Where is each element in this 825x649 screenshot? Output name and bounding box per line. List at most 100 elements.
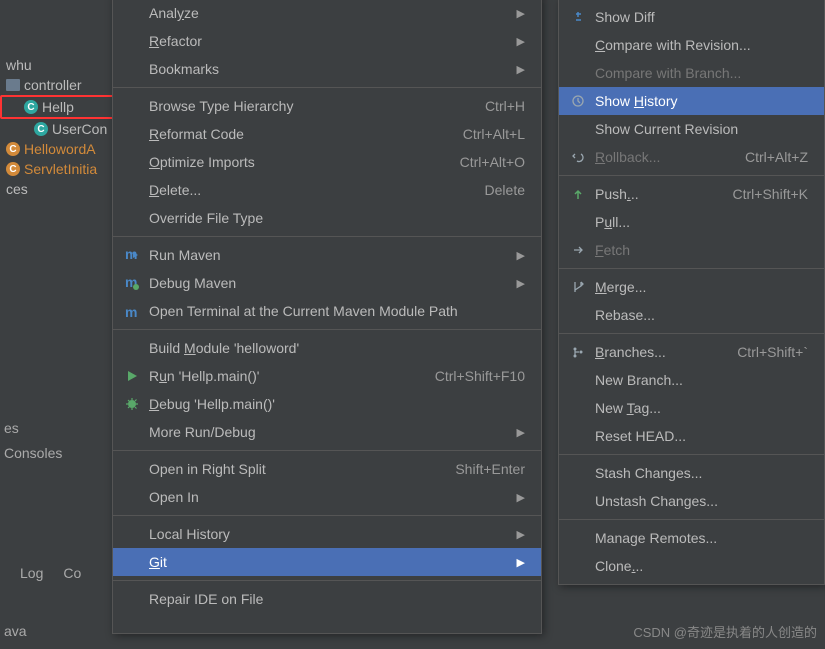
- menu-item-label: Branches...: [595, 344, 717, 360]
- submenu-arrow-icon: ▶: [517, 63, 525, 76]
- blank-icon: [123, 340, 141, 356]
- bottom-tabs: Log Co: [0, 557, 101, 589]
- merge-icon: [569, 279, 587, 295]
- blank-icon: [569, 465, 587, 481]
- menu-item-label: Pull...: [595, 214, 808, 230]
- separator: [113, 87, 541, 88]
- blank-icon: [123, 33, 141, 49]
- git-menu-item-clone[interactable]: Clone...: [559, 552, 824, 580]
- project-tree: whu controller C Hellp C UserCon C Hello…: [0, 0, 115, 649]
- context-menu-item-refactor[interactable]: Refactor▶: [113, 27, 541, 55]
- menu-item-label: Open Terminal at the Current Maven Modul…: [149, 303, 525, 319]
- context-menu-item-git[interactable]: Git▶: [113, 548, 541, 576]
- blank-icon: [569, 65, 587, 81]
- git-menu-item-stash-changes[interactable]: Stash Changes...: [559, 459, 824, 487]
- menu-item-label: Open in Right Split: [149, 461, 435, 477]
- menu-item-label: Debug 'Hellp.main()': [149, 396, 525, 412]
- blank-icon: [123, 61, 141, 77]
- context-menu-item-run-maven[interactable]: mRun Maven▶: [113, 241, 541, 269]
- git-menu-item-compare-with-revision[interactable]: Compare with Revision...: [559, 31, 824, 59]
- context-menu-item-more-run-debug[interactable]: More Run/Debug ▶: [113, 418, 541, 446]
- tree-folder-controller[interactable]: controller: [0, 75, 115, 95]
- menu-item-label: Delete...: [149, 182, 465, 198]
- context-menu-item-reformat-code[interactable]: Reformat Code Ctrl+Alt+L: [113, 120, 541, 148]
- submenu-arrow-icon: ▶: [517, 491, 525, 504]
- context-menu-item-build-module-helloword[interactable]: Build Module 'helloword': [113, 334, 541, 362]
- git-menu-item-new-branch[interactable]: New Branch...: [559, 366, 824, 394]
- context-menu-item-local-history[interactable]: Local History▶: [113, 520, 541, 548]
- context-menu-item-open-terminal-at-the-current-maven-module-path[interactable]: mOpen Terminal at the Current Maven Modu…: [113, 297, 541, 325]
- tab-co[interactable]: Co: [63, 565, 81, 581]
- blank-icon: [569, 372, 587, 388]
- git-menu-item-show-history[interactable]: Show History: [559, 87, 824, 115]
- git-menu-item-push[interactable]: Push...Ctrl+Shift+K: [559, 180, 824, 208]
- shortcut-label: Ctrl+H: [485, 98, 525, 114]
- context-menu-item-run-hellp-main[interactable]: Run 'Hellp.main()'Ctrl+Shift+F10: [113, 362, 541, 390]
- menu-item-label: Show History: [595, 93, 808, 109]
- menu-item-label: Bookmarks: [149, 61, 505, 77]
- context-menu-item-optimize-imports[interactable]: Optimize ImportsCtrl+Alt+O: [113, 148, 541, 176]
- git-menu-item-compare-with-branch: Compare with Branch...: [559, 59, 824, 87]
- git-menu-item-show-diff[interactable]: Show Diff: [559, 3, 824, 31]
- shortcut-label: Ctrl+Alt+L: [463, 126, 525, 142]
- git-menu-item-reset-head[interactable]: Reset HEAD...: [559, 422, 824, 450]
- tree-root[interactable]: whu: [0, 55, 115, 75]
- context-menu-item-open-in[interactable]: Open In ▶: [113, 483, 541, 511]
- git-menu-item-rebase[interactable]: Rebase...: [559, 301, 824, 329]
- separator: [559, 333, 824, 334]
- menu-item-label: Merge...: [595, 279, 808, 295]
- context-menu-item-analyze[interactable]: Analyze▶: [113, 0, 541, 27]
- tree-file-usercon[interactable]: C UserCon: [0, 119, 115, 139]
- watermark: CSDN @奇迹是执着的人创造的: [633, 622, 817, 641]
- separator: [559, 454, 824, 455]
- blank-icon: [569, 400, 587, 416]
- context-menu-item-debug-maven[interactable]: mDebug Maven▶: [113, 269, 541, 297]
- blank-icon: [569, 493, 587, 509]
- context-menu-item-override-file-type[interactable]: Override File Type: [113, 204, 541, 232]
- folder-icon: [6, 79, 20, 91]
- menu-item-label: Open In: [149, 489, 505, 505]
- menu-item-label: Show Current Revision: [595, 121, 808, 137]
- tree-file-servlet[interactable]: C ServletInitia: [0, 159, 115, 179]
- context-menu-item-delete[interactable]: Delete...Delete: [113, 176, 541, 204]
- git-menu-item-merge[interactable]: Merge...: [559, 273, 824, 301]
- context-menu-item-bookmarks[interactable]: Bookmarks ▶: [113, 55, 541, 83]
- menu-item-label: Rebase...: [595, 307, 808, 323]
- context-menu-item-browse-type-hierarchy[interactable]: Browse Type HierarchyCtrl+H: [113, 92, 541, 120]
- separator: [559, 175, 824, 176]
- context-menu-item-open-in-right-split[interactable]: Open in Right SplitShift+Enter: [113, 455, 541, 483]
- submenu-arrow-icon: ▶: [517, 426, 525, 439]
- git-menu-item-fetch: Fetch: [559, 236, 824, 264]
- blank-icon: [123, 489, 141, 505]
- tab-log[interactable]: Log: [20, 565, 43, 581]
- tree-file-hellp[interactable]: C Hellp: [0, 95, 115, 119]
- shortcut-label: Ctrl+Alt+Z: [745, 149, 808, 165]
- blank-icon: [123, 5, 141, 21]
- menu-item-label: Analyze: [149, 5, 505, 21]
- tree-label: Hellp: [42, 99, 74, 115]
- separator: [113, 236, 541, 237]
- fetch-icon: [569, 242, 587, 258]
- tree-label: controller: [24, 77, 82, 93]
- git-menu-item-manage-remotes[interactable]: Manage Remotes...: [559, 524, 824, 552]
- tree-file-helloword[interactable]: C HellowordA: [0, 139, 115, 159]
- shortcut-label: Ctrl+Alt+O: [460, 154, 525, 170]
- git-menu-item-new-tag[interactable]: New Tag...: [559, 394, 824, 422]
- separator: [113, 450, 541, 451]
- menu-item-label: Fetch: [595, 242, 808, 258]
- menu-item-label: More Run/Debug: [149, 424, 505, 440]
- git-menu-item-show-current-revision[interactable]: Show Current Revision: [559, 115, 824, 143]
- context-menu-item-debug-hellp-main[interactable]: Debug 'Hellp.main()': [113, 390, 541, 418]
- git-menu-item-branches[interactable]: Branches...Ctrl+Shift+`: [559, 338, 824, 366]
- submenu-arrow-icon: ▶: [517, 277, 525, 290]
- menu-item-label: Reformat Code: [149, 126, 443, 142]
- menu-item-label: Push...: [595, 186, 713, 202]
- panel-label-consoles: Consoles: [4, 445, 62, 461]
- git-menu-item-pull[interactable]: Pull...: [559, 208, 824, 236]
- menu-item-label: Git: [149, 554, 505, 570]
- class-icon: C: [24, 100, 38, 114]
- git-menu-item-unstash-changes[interactable]: Unstash Changes...: [559, 487, 824, 515]
- context-menu-item-repair-ide-on-file[interactable]: Repair IDE on File: [113, 585, 541, 613]
- blank-icon: [569, 37, 587, 53]
- submenu-arrow-icon: ▶: [517, 528, 525, 541]
